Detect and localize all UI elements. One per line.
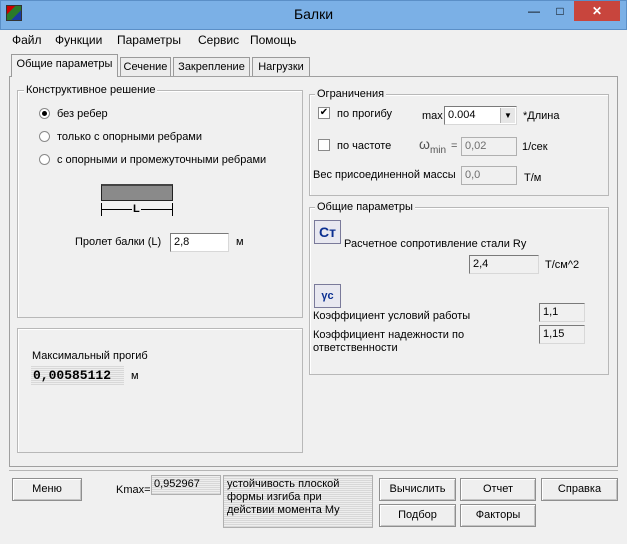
- radio-intermediate-ribs[interactable]: [39, 154, 50, 165]
- radio-support-ribs[interactable]: [39, 131, 50, 142]
- close-button[interactable]: ✕: [574, 1, 620, 21]
- reliability-label: Коэффициент надежности по ответственност…: [313, 329, 465, 354]
- steel-resistance-label: Расчетное сопротивление стали Ry: [344, 238, 527, 250]
- omega-eq: =: [451, 140, 458, 152]
- steel-resistance-value[interactable]: 2,4: [469, 255, 539, 274]
- tab-general[interactable]: Общие параметры: [11, 54, 118, 77]
- omega-sub: min: [429, 144, 447, 156]
- construction-legend: Конструктивное решение: [24, 84, 158, 96]
- maximize-button[interactable]: □: [547, 1, 573, 21]
- calculate-button[interactable]: Вычислить: [379, 478, 456, 501]
- span-unit: м: [236, 236, 244, 248]
- steel-button[interactable]: Ст: [314, 220, 341, 244]
- tab-section[interactable]: Сечение: [120, 57, 171, 77]
- deflection-label: Максимальный прогиб: [32, 350, 148, 362]
- factors-button[interactable]: Факторы: [460, 504, 536, 527]
- menu-file[interactable]: Файл: [12, 33, 42, 47]
- reliability-value[interactable]: 1,15: [539, 325, 585, 344]
- kmax-value: 0,952967: [151, 475, 221, 495]
- footer-divider: [9, 470, 618, 471]
- general-params-legend: Общие параметры: [315, 201, 415, 213]
- deflection-limit-select[interactable]: 0.004 ▼: [444, 106, 517, 125]
- radio-no-ribs-label: без ребер: [57, 108, 108, 120]
- radio-support-ribs-label: только с опорными ребрами: [57, 131, 203, 143]
- constraints-legend: Ограничения: [315, 88, 387, 100]
- report-button[interactable]: Отчет: [460, 478, 536, 501]
- deflection-value: 0,00585112: [31, 366, 124, 385]
- deflection-group: [17, 328, 303, 453]
- menu-service[interactable]: Сервис: [198, 33, 239, 47]
- menu-parameters[interactable]: Параметры: [117, 33, 181, 47]
- menu-help[interactable]: Помощь: [250, 33, 296, 47]
- status-text: устойчивость плоской формы изгиба при де…: [223, 475, 373, 528]
- mass-unit: Т/м: [524, 172, 542, 184]
- span-label: Пролет балки (L): [75, 236, 162, 248]
- work-conditions-value[interactable]: 1,1: [539, 303, 585, 322]
- frequency-unit: 1/сек: [522, 141, 548, 153]
- mass-label: Вес присоединенной массы: [313, 169, 456, 181]
- select-button[interactable]: Подбор: [379, 504, 456, 527]
- beam-diagram: [101, 184, 173, 201]
- steel-resistance-unit: Т/см^2: [545, 259, 580, 271]
- max-label: max: [422, 110, 443, 122]
- kmax-label: Kmax=: [116, 484, 151, 496]
- menu-functions[interactable]: Функции: [55, 33, 102, 47]
- radio-intermediate-ribs-label: с опорными и промежуточными ребрами: [57, 154, 267, 166]
- chevron-down-icon[interactable]: ▼: [500, 108, 515, 123]
- menu-bar: Файл Функции Параметры Сервис Помощь: [1, 30, 626, 50]
- minimize-button[interactable]: —: [521, 1, 547, 21]
- radio-no-ribs[interactable]: [39, 108, 50, 119]
- deflection-checkbox-label: по прогибу: [337, 108, 393, 120]
- tab-loads[interactable]: Нагрузки: [252, 57, 310, 77]
- span-input[interactable]: 2,8: [170, 233, 229, 252]
- mass-input[interactable]: 0,0: [461, 166, 517, 185]
- frequency-checkbox[interactable]: [318, 139, 330, 151]
- omega-label: ωmin: [419, 136, 447, 156]
- deflection-checkbox[interactable]: ✔: [318, 107, 330, 119]
- beam-length-label: L: [132, 203, 141, 215]
- help-button[interactable]: Справка: [541, 478, 618, 501]
- deflection-limit-value: 0.004: [448, 109, 476, 121]
- tab-fixing[interactable]: Закрепление: [173, 57, 250, 77]
- construction-group: [17, 90, 303, 318]
- frequency-checkbox-label: по частоте: [337, 140, 392, 152]
- beam-dim-tick-left: [101, 203, 102, 216]
- deflection-limit-suffix: *Длина: [523, 110, 560, 122]
- gamma-button[interactable]: γc: [314, 284, 341, 308]
- frequency-input[interactable]: 0,02: [461, 137, 517, 156]
- work-conditions-label: Коэффициент условий работы: [313, 310, 471, 322]
- beam-dim-tick-right: [172, 203, 173, 216]
- deflection-unit: м: [131, 370, 139, 382]
- menu-button[interactable]: Меню: [12, 478, 82, 501]
